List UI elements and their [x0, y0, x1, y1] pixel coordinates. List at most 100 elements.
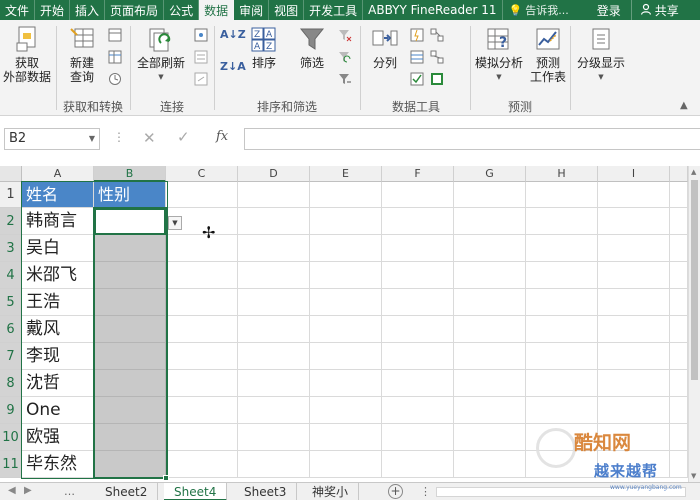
- empty-cell[interactable]: [166, 262, 238, 289]
- cell-a2[interactable]: 韩商言: [22, 208, 94, 235]
- sheet-tab-sheet4[interactable]: Sheet4: [164, 483, 228, 500]
- empty-cell[interactable]: [670, 289, 688, 316]
- outline-button[interactable]: 分级显示 ▼: [574, 24, 628, 84]
- empty-cell[interactable]: [238, 316, 310, 343]
- data-model-icon[interactable]: [430, 72, 444, 86]
- empty-cell[interactable]: [382, 424, 454, 451]
- tab-home[interactable]: 开始: [35, 0, 71, 20]
- empty-cell[interactable]: [598, 343, 670, 370]
- column-header-a[interactable]: A: [22, 166, 94, 182]
- empty-cell[interactable]: [598, 262, 670, 289]
- empty-cell[interactable]: [526, 316, 598, 343]
- tab-developer[interactable]: 开发工具: [304, 0, 364, 20]
- empty-cell[interactable]: [454, 182, 526, 208]
- row-header-8[interactable]: 8: [0, 370, 22, 397]
- empty-cell[interactable]: [310, 289, 382, 316]
- empty-cell[interactable]: [310, 424, 382, 451]
- row-header-3[interactable]: 3: [0, 235, 22, 262]
- cell-b10[interactable]: [94, 424, 166, 451]
- empty-cell[interactable]: [238, 451, 310, 478]
- tell-me-box[interactable]: 💡 告诉我...: [503, 0, 575, 20]
- empty-cell[interactable]: [166, 343, 238, 370]
- cell-b6[interactable]: [94, 316, 166, 343]
- empty-cell[interactable]: [670, 343, 688, 370]
- empty-cell[interactable]: [166, 370, 238, 397]
- empty-cell[interactable]: [310, 182, 382, 208]
- tab-page-layout[interactable]: 页面布局: [105, 0, 165, 20]
- row-header-4[interactable]: 4: [0, 262, 22, 289]
- empty-cell[interactable]: [382, 316, 454, 343]
- empty-cell[interactable]: [454, 397, 526, 424]
- formula-bar-grip-icon[interactable]: ⋮: [113, 130, 125, 144]
- forecast-sheet-button[interactable]: 预测 工作表: [528, 24, 568, 84]
- empty-cell[interactable]: [166, 424, 238, 451]
- empty-cell[interactable]: [382, 182, 454, 208]
- tab-file[interactable]: 文件: [0, 0, 36, 20]
- recent-sources-icon[interactable]: [108, 72, 122, 86]
- empty-cell[interactable]: [166, 182, 238, 208]
- cell-b8[interactable]: [94, 370, 166, 397]
- filter-button[interactable]: 筛选: [292, 24, 332, 70]
- sheet-nav-next-icon[interactable]: ▶: [24, 485, 32, 496]
- cell-a3[interactable]: 吴白: [22, 235, 94, 262]
- flash-fill-icon[interactable]: [410, 28, 424, 42]
- empty-cell[interactable]: [526, 370, 598, 397]
- empty-cell[interactable]: [526, 289, 598, 316]
- empty-cell[interactable]: [310, 343, 382, 370]
- empty-cell[interactable]: [238, 182, 310, 208]
- tab-review[interactable]: 审阅: [234, 0, 270, 20]
- what-if-analysis-button[interactable]: ? 模拟分析 ▼: [472, 24, 526, 84]
- relationships-icon[interactable]: [430, 50, 444, 64]
- column-header-partial[interactable]: [670, 166, 688, 182]
- cell-a9[interactable]: One: [22, 397, 94, 424]
- clear-filter-icon[interactable]: [338, 28, 352, 42]
- cell-a8[interactable]: 沈哲: [22, 370, 94, 397]
- empty-cell[interactable]: [382, 397, 454, 424]
- cell-b4[interactable]: [94, 262, 166, 289]
- empty-cell[interactable]: [670, 182, 688, 208]
- empty-cell[interactable]: [166, 397, 238, 424]
- sheet-nav-prev-icon[interactable]: ◀: [8, 485, 16, 496]
- empty-cell[interactable]: [670, 316, 688, 343]
- empty-cell[interactable]: [598, 289, 670, 316]
- column-header-g[interactable]: G: [454, 166, 526, 182]
- remove-duplicates-icon[interactable]: [410, 50, 424, 64]
- scroll-up-icon[interactable]: ▲: [691, 168, 696, 176]
- tab-abbyy[interactable]: ABBYY FineReader 11: [363, 0, 503, 20]
- row-header-11[interactable]: 11: [0, 451, 22, 478]
- collapse-ribbon-icon[interactable]: ▲: [680, 100, 688, 111]
- column-header-i[interactable]: I: [598, 166, 670, 182]
- empty-cell[interactable]: [598, 235, 670, 262]
- empty-cell[interactable]: [598, 370, 670, 397]
- empty-cell[interactable]: [238, 424, 310, 451]
- row-header-1[interactable]: 1: [0, 182, 22, 208]
- empty-cell[interactable]: [310, 208, 382, 235]
- empty-cell[interactable]: [526, 235, 598, 262]
- formula-input[interactable]: [244, 128, 700, 150]
- empty-cell[interactable]: [238, 208, 310, 235]
- row-header-9[interactable]: 9: [0, 397, 22, 424]
- connections-icon[interactable]: [194, 28, 208, 42]
- cell-b3[interactable]: [94, 235, 166, 262]
- cell-a11[interactable]: 毕东然: [22, 451, 94, 478]
- tab-insert[interactable]: 插入: [70, 0, 106, 20]
- empty-cell[interactable]: [166, 451, 238, 478]
- sort-a-z-icon[interactable]: A↓Z: [220, 28, 246, 41]
- empty-cell[interactable]: [238, 343, 310, 370]
- empty-cell[interactable]: [454, 235, 526, 262]
- empty-cell[interactable]: [166, 289, 238, 316]
- cell-b11[interactable]: [94, 451, 166, 478]
- tab-data[interactable]: 数据: [199, 0, 235, 20]
- empty-cell[interactable]: [310, 316, 382, 343]
- empty-cell[interactable]: [598, 182, 670, 208]
- empty-cell[interactable]: [454, 316, 526, 343]
- column-header-e[interactable]: E: [310, 166, 382, 182]
- sort-button[interactable]: ZAAZ 排序: [244, 24, 284, 70]
- sheet-tab-4[interactable]: 神奖小: [302, 483, 360, 500]
- empty-cell[interactable]: [598, 208, 670, 235]
- empty-cell[interactable]: [382, 289, 454, 316]
- empty-cell[interactable]: [238, 262, 310, 289]
- column-header-c[interactable]: C: [166, 166, 238, 182]
- empty-cell[interactable]: [454, 370, 526, 397]
- properties-icon[interactable]: [194, 50, 208, 64]
